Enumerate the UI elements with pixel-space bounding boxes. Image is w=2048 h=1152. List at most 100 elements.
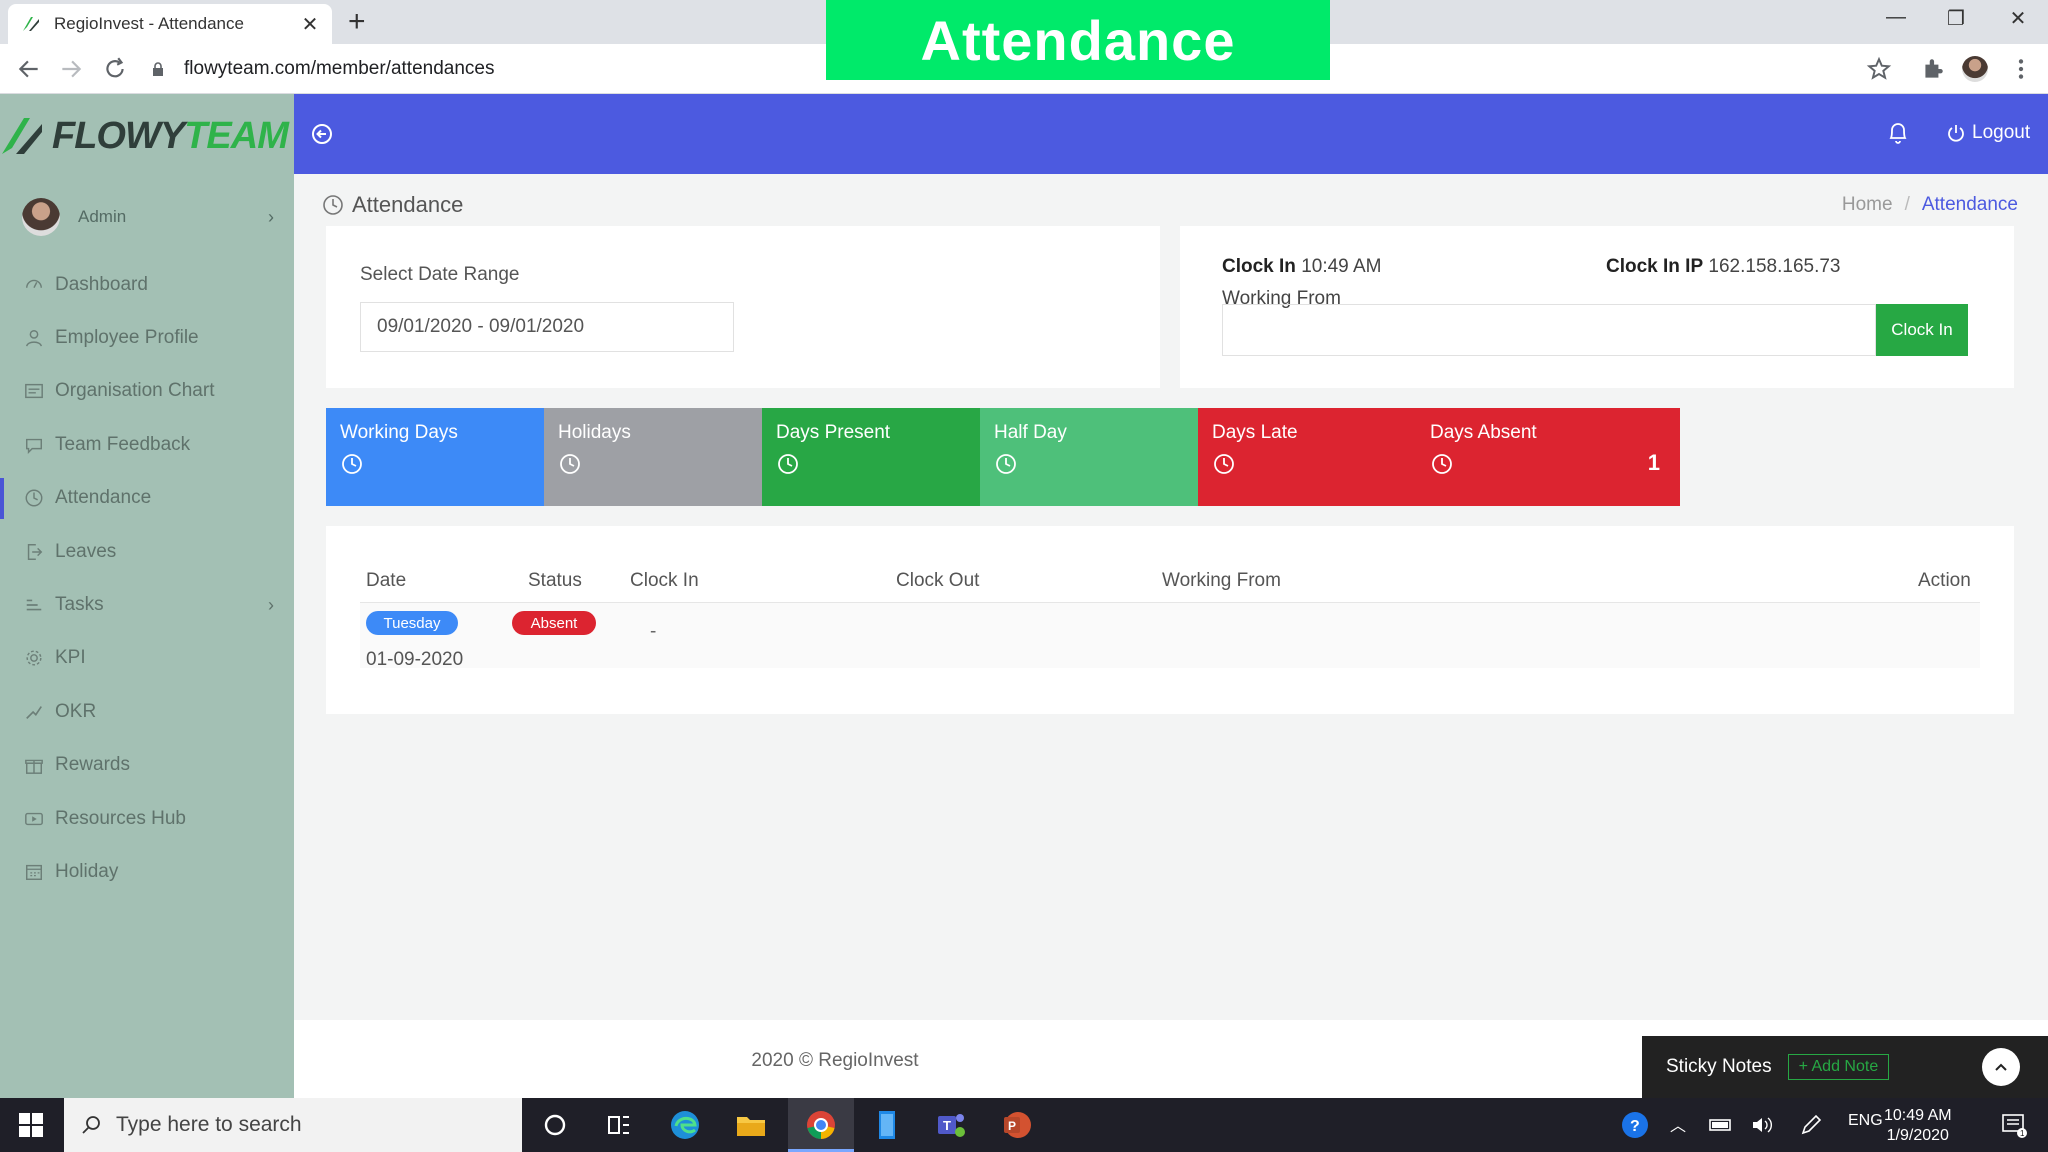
notifications-icon[interactable]: 1 bbox=[2000, 1111, 2028, 1139]
col-header-clock-out: Clock Out bbox=[896, 570, 980, 591]
forward-arrow-icon[interactable] bbox=[58, 56, 84, 82]
sidebar-item-dashboard[interactable]: Dashboard bbox=[0, 258, 294, 311]
date-range-input[interactable]: 09/01/2020 - 09/01/2020 bbox=[360, 302, 734, 352]
video-icon bbox=[25, 812, 43, 825]
sidebar-item-organisation-chart[interactable]: Organisation Chart bbox=[0, 365, 294, 418]
chevron-up-tray-icon[interactable]: ︿ bbox=[1670, 1112, 1686, 1136]
cortana-icon[interactable] bbox=[538, 1108, 572, 1142]
clock-icon bbox=[1432, 454, 1452, 474]
sidebar-menu: Dashboard Employee Profile Organisation Ch… bbox=[0, 258, 294, 899]
tasks-icon bbox=[26, 599, 42, 611]
tab-close-icon[interactable]: ✕ bbox=[300, 12, 320, 37]
minimize-icon[interactable]: — bbox=[1876, 6, 1916, 29]
clock-icon bbox=[342, 454, 362, 474]
col-header-clock-in: Clock In bbox=[630, 570, 699, 591]
sidebar-item-attendance[interactable]: Attendance bbox=[0, 472, 294, 525]
sidebar-item-team-feedback[interactable]: Team Feedback bbox=[0, 418, 294, 471]
logout-button[interactable]: Logout bbox=[1946, 122, 2030, 144]
restore-icon[interactable]: ❐ bbox=[1936, 6, 1976, 31]
user-name: Admin bbox=[78, 207, 127, 226]
logo-word-a: FLOWY bbox=[52, 114, 185, 157]
flowyteam-logo[interactable]: FLOWYTEAM bbox=[0, 106, 294, 166]
teams-icon[interactable]: T bbox=[934, 1108, 968, 1142]
svg-text:?: ? bbox=[1630, 1118, 1640, 1135]
taskbar-clock[interactable]: 10:49 AM 1/9/2020 bbox=[1884, 1106, 1952, 1146]
sidebar: FLOWYTEAM Admin › Dashboard Employee Prof… bbox=[0, 94, 294, 1098]
pen-icon[interactable] bbox=[1798, 1112, 1824, 1138]
browser-tab[interactable]: RegioInvest - Attendance ✕ bbox=[8, 4, 332, 44]
language-indicator[interactable]: ENG bbox=[1848, 1112, 1883, 1130]
windows-start-icon[interactable] bbox=[18, 1112, 44, 1138]
sidebar-item-okr[interactable]: OKR bbox=[0, 685, 294, 738]
reload-icon[interactable] bbox=[102, 56, 128, 82]
clock-in-value: 10:49 AM bbox=[1301, 256, 1382, 277]
sidebar-item-label: Tasks bbox=[55, 594, 104, 616]
stat-label: Days Late bbox=[1212, 422, 1298, 443]
sidebar-item-label: Leaves bbox=[55, 540, 117, 562]
task-view-icon[interactable] bbox=[602, 1108, 636, 1142]
url-text: flowyteam.com/member/attendances bbox=[184, 58, 495, 79]
calendar-icon bbox=[26, 864, 42, 880]
user-menu[interactable]: Admin › bbox=[22, 194, 274, 240]
overlay-banner: Attendance bbox=[826, 0, 1330, 80]
clock-in-button[interactable]: Clock In bbox=[1876, 304, 1968, 356]
col-header-action: Action bbox=[1918, 570, 1971, 591]
gear-icon bbox=[26, 650, 42, 666]
sidebar-item-tasks[interactable]: Tasks › bbox=[0, 578, 294, 631]
bell-icon[interactable] bbox=[1886, 120, 1910, 146]
battery-icon[interactable] bbox=[1708, 1112, 1734, 1138]
sidebar-item-rewards[interactable]: Rewards bbox=[0, 739, 294, 792]
back-arrow-icon[interactable] bbox=[16, 56, 42, 82]
svg-text:P: P bbox=[1008, 1119, 1016, 1133]
gift-icon bbox=[25, 759, 43, 775]
help-icon[interactable]: ? bbox=[1620, 1110, 1650, 1140]
page-title: Attendance bbox=[322, 192, 463, 218]
col-header-date: Date bbox=[366, 570, 407, 591]
logo-word: FLOWYTEAM bbox=[52, 114, 289, 158]
powerpoint-icon[interactable]: P bbox=[1000, 1108, 1034, 1142]
clock-icon bbox=[778, 454, 798, 474]
working-from-input[interactable] bbox=[1222, 304, 1876, 356]
taskbar-search[interactable]: Type here to search bbox=[64, 1098, 522, 1152]
new-tab-icon[interactable]: + bbox=[348, 7, 366, 37]
kebab-menu-icon[interactable] bbox=[2008, 56, 2034, 82]
sidebar-item-label: Attendance bbox=[55, 487, 152, 509]
chevron-up-icon[interactable] bbox=[1982, 1048, 2020, 1086]
stat-label: Half Day bbox=[994, 422, 1067, 443]
breadcrumb: Home / Attendance bbox=[1842, 194, 2018, 216]
clock-in-ip: Clock In IP 162.158.165.73 bbox=[1606, 256, 1841, 278]
notepad-icon[interactable] bbox=[870, 1108, 904, 1142]
breadcrumb-home[interactable]: Home bbox=[1842, 194, 1893, 215]
close-window-icon[interactable]: ✕ bbox=[1998, 6, 2038, 31]
avatar bbox=[22, 198, 60, 236]
volume-icon[interactable] bbox=[1750, 1112, 1776, 1138]
chrome-icon[interactable] bbox=[804, 1108, 838, 1142]
sidebar-item-employee-profile[interactable]: Employee Profile bbox=[0, 311, 294, 364]
collapse-sidebar-icon[interactable] bbox=[310, 122, 334, 146]
page-title-text: Attendance bbox=[352, 192, 464, 217]
sidebar-item-leaves[interactable]: Leaves bbox=[0, 525, 294, 578]
day-badge: Tuesday bbox=[366, 611, 458, 635]
file-explorer-icon[interactable] bbox=[734, 1108, 768, 1142]
sidebar-item-holiday[interactable]: Holiday bbox=[0, 845, 294, 898]
clock-in-time: Clock In 10:49 AM bbox=[1222, 256, 1381, 278]
svg-text:T: T bbox=[943, 1118, 951, 1133]
star-icon[interactable] bbox=[1866, 56, 1892, 82]
chevron-right-icon: › bbox=[268, 206, 274, 227]
logo-word-b: TEAM bbox=[184, 114, 289, 157]
sidebar-item-resources-hub[interactable]: Resources Hub bbox=[0, 792, 294, 845]
clock-in-label: Clock In bbox=[1222, 256, 1296, 277]
col-header-status: Status bbox=[528, 570, 582, 591]
sticky-notes-bar: Sticky Notes + Add Note bbox=[1642, 1036, 2048, 1098]
profile-avatar[interactable] bbox=[1962, 56, 1988, 82]
sidebar-item-kpi[interactable]: KPI bbox=[0, 632, 294, 685]
chat-icon bbox=[26, 438, 42, 454]
power-icon bbox=[1948, 125, 1964, 142]
lock-icon bbox=[153, 62, 163, 76]
edge-icon[interactable] bbox=[668, 1108, 702, 1142]
add-note-button[interactable]: + Add Note bbox=[1787, 1054, 1890, 1080]
stat-value: 1 bbox=[1647, 450, 1660, 475]
tab-title: RegioInvest - Attendance bbox=[54, 14, 244, 33]
clock-in-card: Clock In 10:49 AM Clock In IP 162.158.16… bbox=[1180, 226, 2014, 388]
extensions-icon[interactable] bbox=[1920, 56, 1946, 82]
